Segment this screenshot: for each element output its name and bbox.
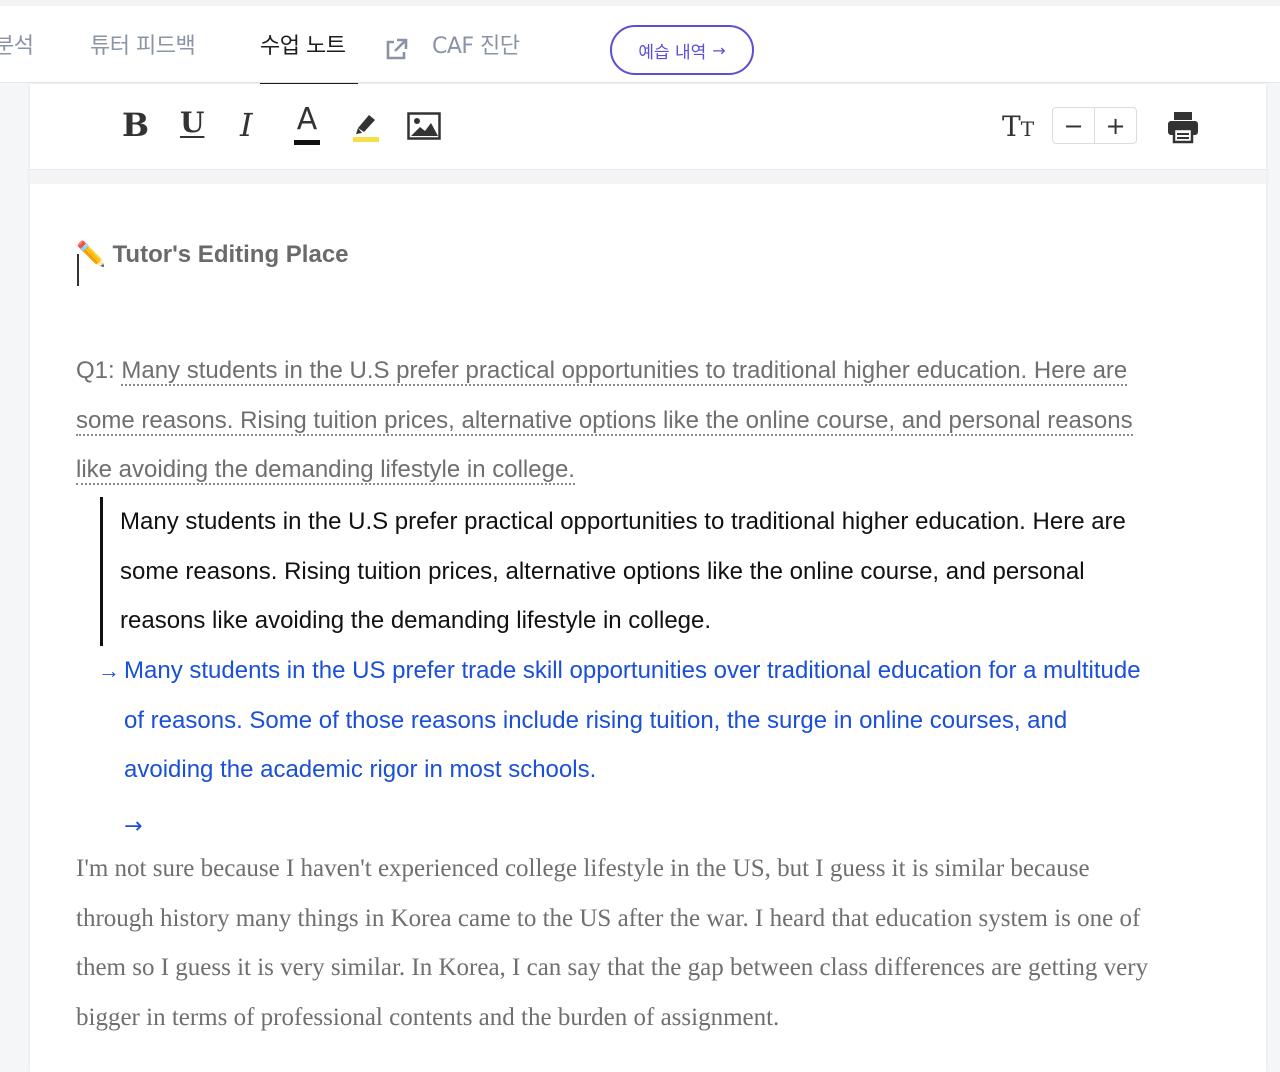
- top-tab-bar: 분석 튜터 피드백 수업 노트 CAF 진단 예습 내역 →: [0, 0, 1280, 86]
- underline-button[interactable]: U: [180, 106, 204, 139]
- image-icon[interactable]: [407, 112, 441, 140]
- italic-button[interactable]: I: [240, 106, 253, 144]
- text-color-swatch: [294, 140, 320, 145]
- student-answer-quote: Many students in the U.S prefer practica…: [100, 497, 1140, 646]
- tab-tutor-feedback[interactable]: 튜터 피드백: [90, 28, 196, 60]
- question-1-prefix: Q1:: [76, 357, 122, 384]
- question-1: Q1: Many students in the U.S prefer prac…: [76, 346, 1146, 495]
- font-size-icon: TT: [1002, 110, 1035, 143]
- editing-place-title: ✏️ Tutor's Editing Place: [76, 241, 349, 268]
- external-link-icon[interactable]: [383, 37, 409, 63]
- question-1-text: Many students in the U.S prefer practica…: [76, 357, 1133, 485]
- student-comment: I'm not sure because I haven't experienc…: [76, 855, 1149, 1031]
- bold-button[interactable]: B: [122, 106, 149, 144]
- correction-arrow-icon: →: [98, 658, 120, 683]
- preview-history-label: 예습 내역: [638, 42, 707, 63]
- tab-class-notes[interactable]: 수업 노트: [260, 28, 346, 60]
- editor-toolbar: B U I A TT − +: [30, 84, 1266, 170]
- increase-font-button[interactable]: +: [1094, 108, 1136, 143]
- decrease-font-button[interactable]: −: [1053, 108, 1094, 143]
- toolbar-divider: [30, 170, 1266, 184]
- highlighter-icon[interactable]: [352, 110, 380, 142]
- preview-history-button[interactable]: 예습 내역 →: [610, 25, 754, 75]
- tutor-correction: → Many students in the US prefer trade s…: [98, 646, 1154, 795]
- text-color-button[interactable]: A: [292, 102, 322, 145]
- font-size-stepper: − +: [1052, 107, 1137, 144]
- tab-analysis[interactable]: 분석: [0, 28, 34, 60]
- tab-caf-diagnosis[interactable]: CAF 진단: [432, 28, 520, 60]
- text-color-icon: A: [296, 102, 318, 137]
- empty-correction-arrow-icon: →: [124, 814, 143, 839]
- print-icon[interactable]: [1166, 110, 1200, 144]
- note-editor: B U I A TT − + ✏️ Tutor's Editing Place …: [30, 84, 1266, 1072]
- arrow-right-icon: →: [712, 40, 726, 60]
- correction-text: Many students in the US prefer trade ski…: [124, 657, 1141, 783]
